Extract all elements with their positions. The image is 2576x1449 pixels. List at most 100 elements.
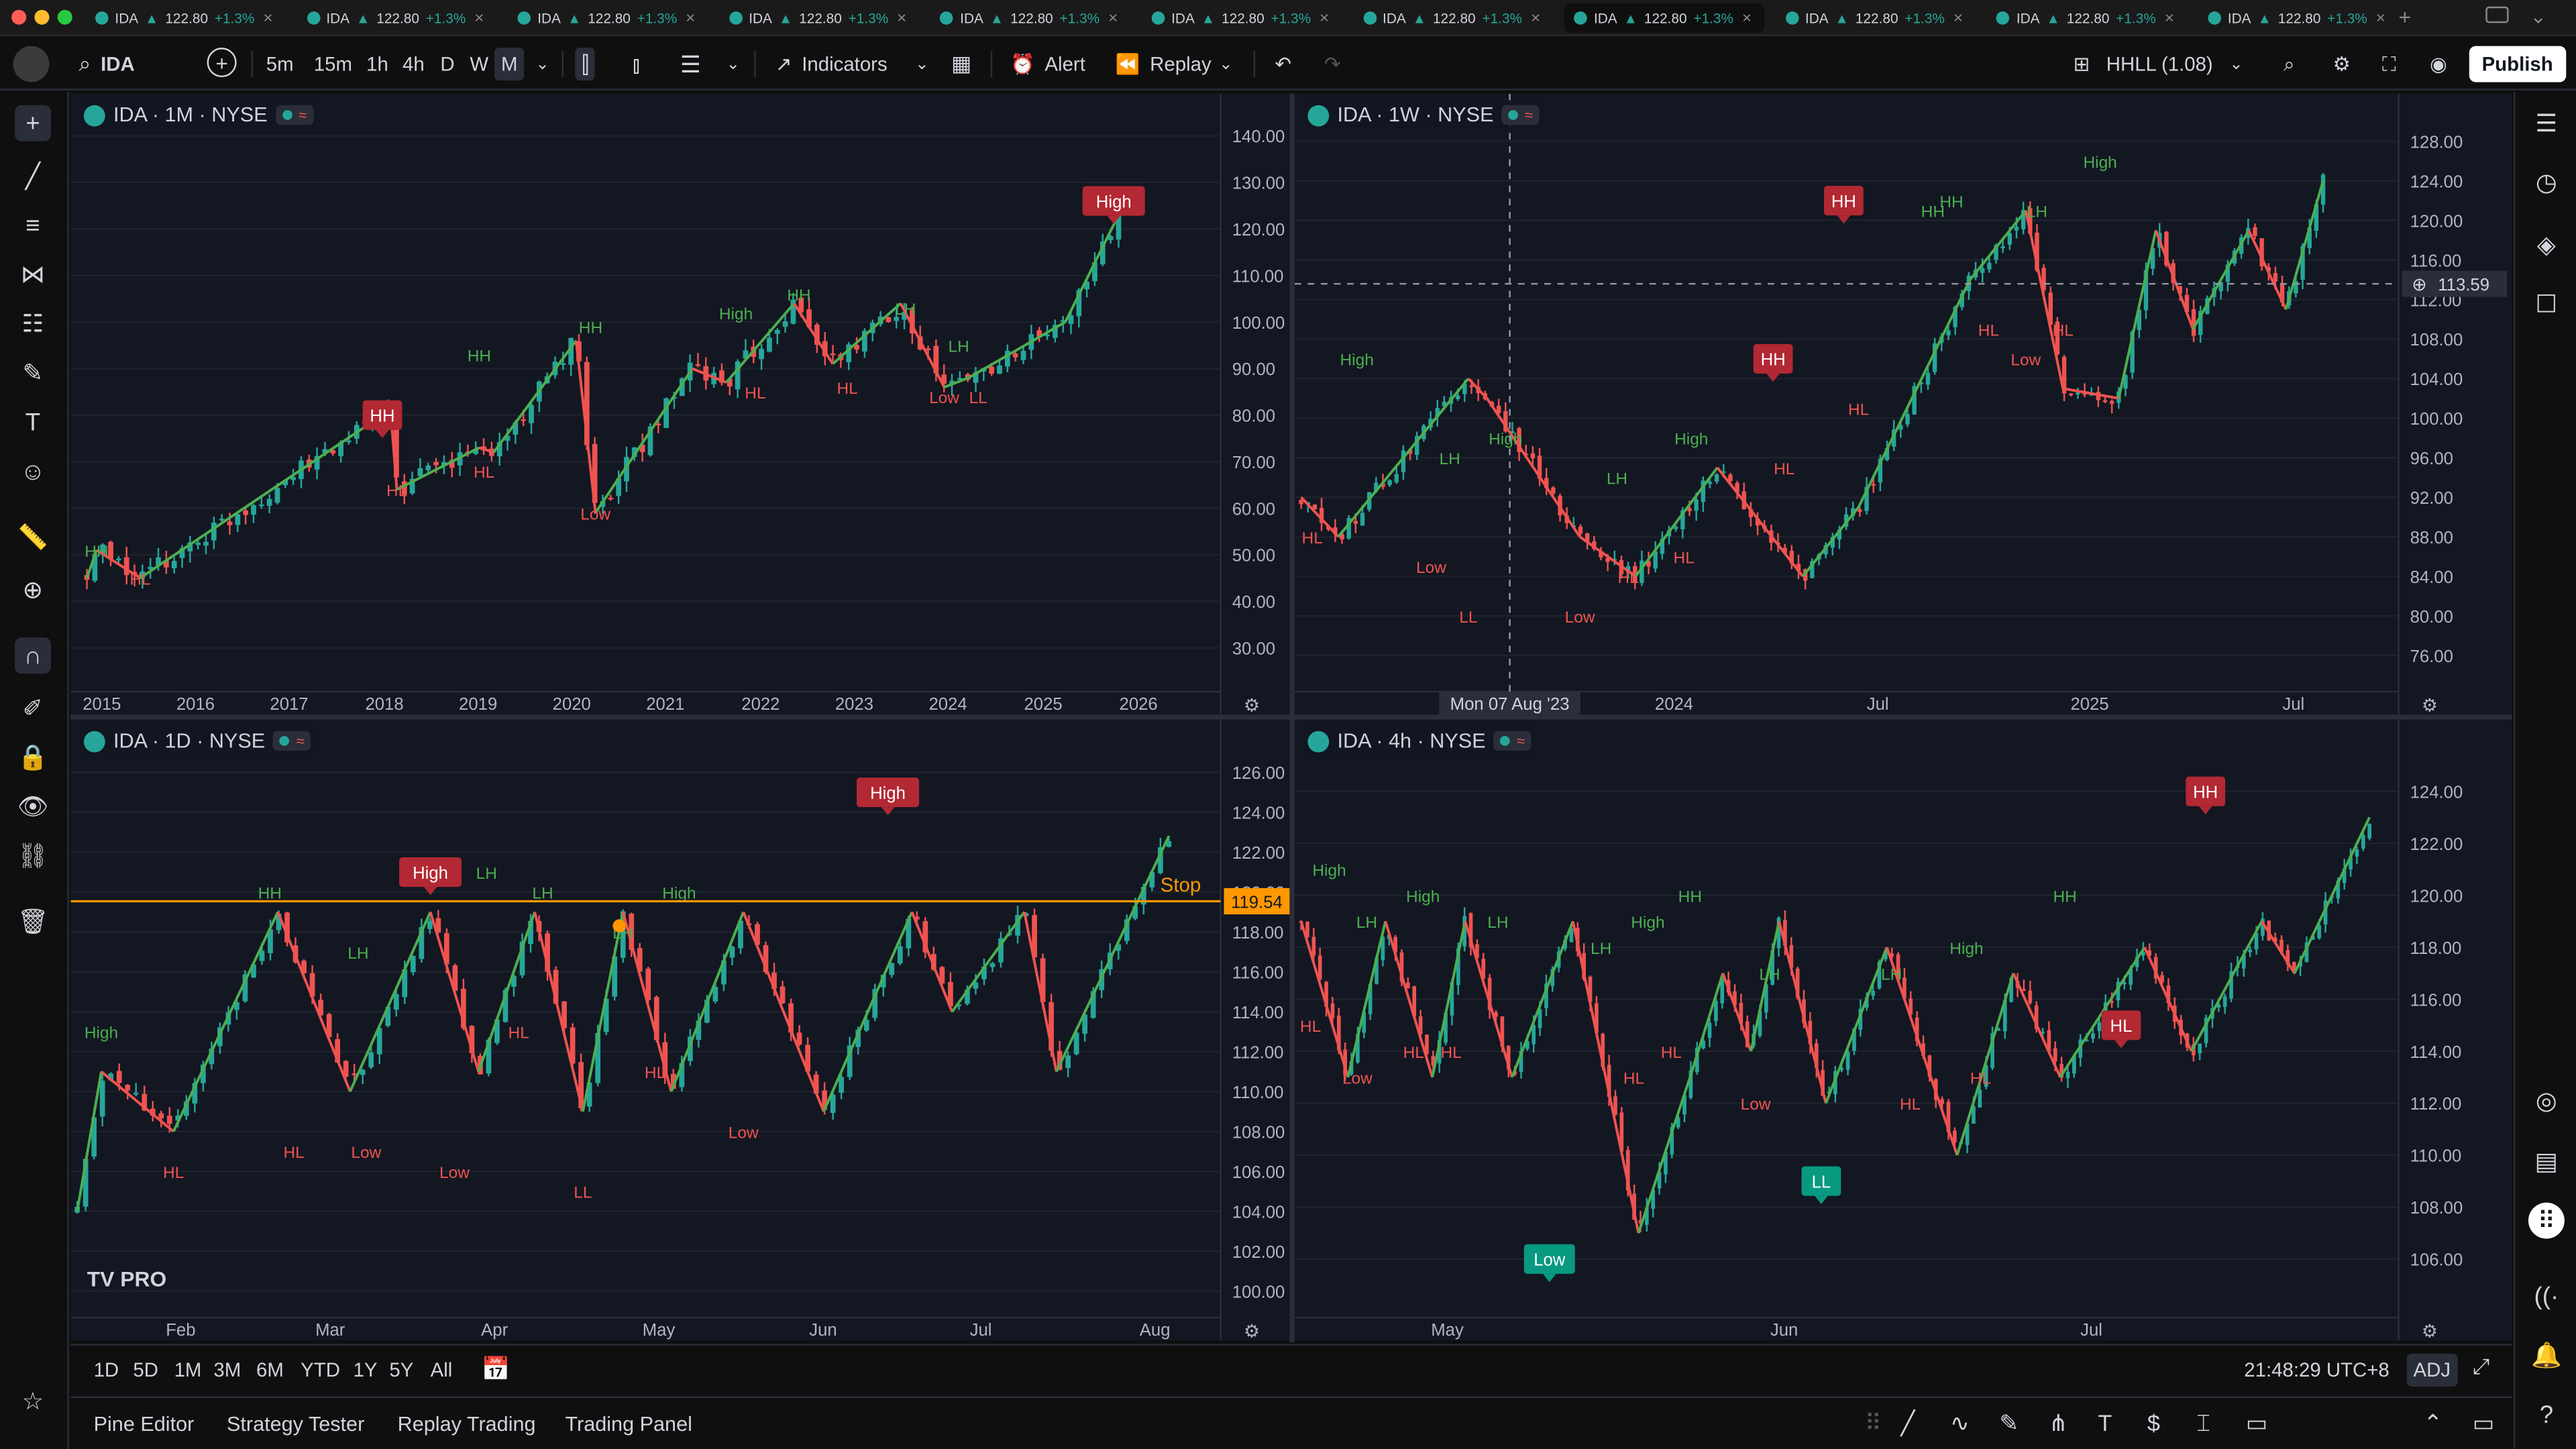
bar-chart-type-icon[interactable]: ⫾ xyxy=(633,48,640,80)
browser-tab[interactable]: IDA ▲ 122.80 +1.3% × xyxy=(85,3,286,33)
drag-handle-icon[interactable]: ⠿ xyxy=(1865,1409,1882,1438)
ruler-icon[interactable]: 📏 xyxy=(15,519,51,555)
browser-tab[interactable]: IDA ▲ 122.80 +1.3% × xyxy=(1776,3,1976,33)
browser-tab[interactable]: IDA ▲ 122.80 +1.3% × xyxy=(930,3,1131,33)
close-tab-icon[interactable]: × xyxy=(2376,9,2385,27)
target-icon[interactable]: ◎ xyxy=(2528,1083,2565,1119)
tab-pine-editor[interactable]: Pine Editor xyxy=(94,1413,195,1436)
range-6m[interactable]: 6M xyxy=(256,1358,284,1381)
new-tab-icon[interactable]: + xyxy=(2399,5,2412,30)
clock-readout[interactable]: 21:48:29 UTC+8 xyxy=(2244,1358,2389,1381)
publish-button[interactable]: Publish xyxy=(2468,46,2567,83)
chart-pane-weekly[interactable]: 128.00 124.00 120.00 116.00 112.00 108.00 104.… xyxy=(1294,93,2512,715)
chart-style-icon[interactable]: ☰ xyxy=(680,48,701,80)
close-tab-icon[interactable]: × xyxy=(1531,9,1540,27)
tab-overview-icon[interactable]: ⌄ xyxy=(2530,5,2546,28)
camera-snapshot-icon[interactable]: ◉ xyxy=(2430,48,2447,80)
add-alert-plus-icon[interactable]: ⊕ xyxy=(2412,274,2427,294)
indicators-chevron-icon[interactable]: ⌄ xyxy=(915,48,929,80)
calendar-icon[interactable]: ▤ xyxy=(2528,1143,2565,1179)
chart-pane-daily[interactable]: 126.00124.00122.00120.00118.00116.00114.… xyxy=(70,719,1290,1341)
range-1y[interactable]: 1Y xyxy=(354,1358,378,1381)
interval-w[interactable]: W xyxy=(470,48,488,80)
quick-search-icon[interactable]: ⌕ xyxy=(2284,48,2294,80)
chart-pane-4h[interactable]: 124.00 122.00 120.00 118.00 116.00 114.00 112.… xyxy=(1294,719,2512,1341)
adjust-data-toggle[interactable]: ADJ xyxy=(2406,1353,2457,1387)
redo-icon[interactable]: ↷ xyxy=(1324,48,1341,80)
object-tree-icon[interactable]: ◈ xyxy=(2528,227,2565,263)
crosshair-icon[interactable]: + xyxy=(15,105,51,142)
pane-divider-horizontal[interactable] xyxy=(70,714,2512,720)
indicators-button[interactable]: ↗ Indicators xyxy=(775,48,888,80)
pitchfork-icon[interactable]: ⋔ xyxy=(2049,1409,2068,1438)
interval-d[interactable]: D xyxy=(440,48,454,80)
axis-settings-gear-icon[interactable]: ⚙ xyxy=(2422,1321,2438,1340)
browser-tab[interactable]: IDA ▲ 122.80 +1.3% × xyxy=(2198,3,2399,33)
chart-svg[interactable]: 124.00 122.00 120.00 118.00 116.00 114.00 112.… xyxy=(1294,719,2512,1341)
pattern-icon[interactable]: ⋈ xyxy=(15,256,51,292)
goto-date-calendar-icon[interactable]: 📅 xyxy=(482,1355,511,1383)
close-tab-icon[interactable]: × xyxy=(897,9,906,27)
chart-svg[interactable]: 126.00124.00122.00120.00118.00116.00114.… xyxy=(70,719,1290,1341)
browser-tab[interactable]: IDA ▲ 122.80 +1.3% × xyxy=(1987,3,2188,33)
link-icon[interactable]: ⛓ xyxy=(15,838,51,874)
watchlist-icon[interactable]: ☰ xyxy=(2528,105,2565,142)
interval-m[interactable]: M xyxy=(494,48,525,81)
chart-svg[interactable]: 140.00 130.00 120.00 110.00 100.00 90.00 80.00… xyxy=(70,93,1289,715)
interval-1h[interactable]: 1h xyxy=(366,48,388,80)
close-tab-icon[interactable]: × xyxy=(2165,9,2174,27)
chart-pane-monthly[interactable]: 140.00 130.00 120.00 110.00 100.00 90.00 80.00… xyxy=(70,93,1290,715)
lock-icon[interactable]: 🔒 xyxy=(15,739,51,775)
trend-line-icon[interactable]: ╱ xyxy=(15,158,51,194)
interval-15m[interactable]: 15m xyxy=(314,48,352,80)
minimize-window-button[interactable] xyxy=(34,9,50,25)
price-label-icon[interactable]: $ xyxy=(2147,1409,2160,1436)
range-5d[interactable]: 5D xyxy=(133,1358,158,1381)
close-tab-icon[interactable]: × xyxy=(1320,9,1329,27)
chat-icon[interactable]: ☐ xyxy=(2528,286,2565,322)
close-tab-icon[interactable]: × xyxy=(474,9,484,27)
favorites-star-icon[interactable]: ☆ xyxy=(15,1383,51,1419)
layout-select[interactable]: ⊞ HHLL (1.08) ⌄ xyxy=(2074,48,2243,80)
axis-settings-gear-icon[interactable]: ⚙ xyxy=(1244,695,1260,714)
layout-grid-icon[interactable]: ▦ xyxy=(951,48,971,80)
compare-symbol-button[interactable]: + xyxy=(207,48,237,78)
undo-icon[interactable]: ↶ xyxy=(1275,48,1291,80)
magnet-icon[interactable]: ∩ xyxy=(15,637,51,674)
brush-icon[interactable]: ✎ xyxy=(15,355,51,391)
replay-chevron-icon[interactable]: ⌄ xyxy=(1219,48,1233,80)
symbol-search[interactable]: ⌕ IDA xyxy=(79,48,135,80)
user-avatar[interactable] xyxy=(13,46,50,83)
interval-4h[interactable]: 4h xyxy=(402,48,425,80)
tab-trading-panel[interactable]: Trading Panel xyxy=(565,1413,692,1436)
text-tool-icon[interactable]: T xyxy=(15,404,51,440)
browser-tab[interactable]: IDA ▲ 122.80 +1.3% × xyxy=(719,3,920,33)
range-3m[interactable]: 3M xyxy=(213,1358,241,1381)
range-5y[interactable]: 5Y xyxy=(389,1358,413,1381)
candles-icon[interactable]: ⫿ xyxy=(575,48,596,81)
axis-settings-gear-icon[interactable]: ⚙ xyxy=(2422,695,2438,714)
notifications-bell-icon[interactable]: 🔔 xyxy=(2528,1337,2565,1373)
browser-tab[interactable]: IDA ▲ 122.80 +1.3% × xyxy=(297,3,497,33)
alerts-clock-icon[interactable]: ◷ xyxy=(2528,164,2565,201)
close-window-button[interactable] xyxy=(11,9,27,25)
maximize-icon[interactable]: ⤢ xyxy=(2473,1354,2489,1380)
axis-settings-gear-icon[interactable]: ⚙ xyxy=(1244,1321,1260,1340)
pen-tool-icon[interactable]: ✎ xyxy=(1999,1409,2019,1438)
alert-button[interactable]: ⏰ Alert xyxy=(1010,48,1085,80)
alert-clock-icon[interactable] xyxy=(612,919,627,933)
tab-strategy-tester[interactable]: Strategy Tester xyxy=(227,1413,364,1436)
settings-gear-icon[interactable]: ⚙ xyxy=(2333,48,2351,80)
broadcast-icon[interactable]: ((· xyxy=(2528,1278,2565,1314)
close-tab-icon[interactable]: × xyxy=(1108,9,1118,27)
browser-tab[interactable]: IDA ▲ 122.80 +1.3% × xyxy=(1564,3,1765,33)
range-1d[interactable]: 1D xyxy=(94,1358,119,1381)
emoji-icon[interactable]: ☺ xyxy=(15,453,51,490)
line-tool-icon[interactable]: ╱ xyxy=(1900,1409,1915,1438)
range-1m[interactable]: 1M xyxy=(174,1358,202,1381)
collapse-panel-icon[interactable]: ⌃ xyxy=(2423,1409,2443,1438)
interval-dropdown-chevron-icon[interactable]: ⌄ xyxy=(535,48,549,80)
browser-tab[interactable]: IDA ▲ 122.80 +1.3% × xyxy=(508,3,708,33)
range-ytd[interactable]: YTD xyxy=(301,1358,340,1381)
path-tool-icon[interactable]: ∿ xyxy=(1950,1409,1970,1438)
